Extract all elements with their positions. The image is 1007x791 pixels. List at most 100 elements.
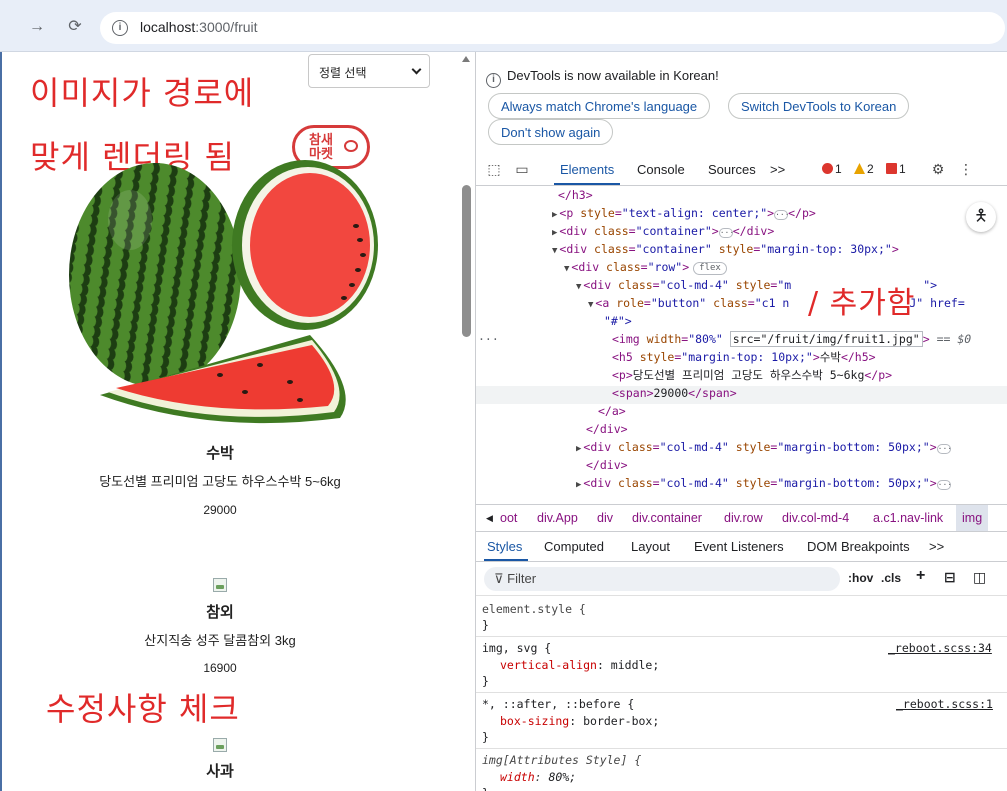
rule-divider (476, 692, 1007, 693)
accessibility-icon[interactable]: 🯅 (966, 202, 996, 232)
add-rule-icon[interactable]: + (916, 567, 925, 585)
tree-node[interactable]: ▶ <div class="col-md-4" style="margin-bot… (576, 438, 952, 456)
tree-node[interactable]: </div> (586, 420, 628, 438)
tab-sources[interactable]: Sources (708, 162, 756, 177)
tree-node[interactable]: </h3> (558, 186, 593, 204)
error-count[interactable]: 1 (822, 162, 842, 176)
settings-gear-icon[interactable]: ⚙ (930, 161, 946, 177)
error-icon (822, 163, 833, 174)
warning-count[interactable]: 2 (854, 162, 874, 176)
tree-node[interactable]: ▶ <p style="text-align: center;">···</p> (552, 204, 816, 222)
cls-button[interactable]: .cls (881, 571, 901, 585)
breadcrumb-item[interactable]: div (597, 511, 613, 525)
issue-count[interactable]: 1 (886, 162, 906, 176)
more-options-icon[interactable]: ⋮ (958, 161, 974, 177)
rule-close: } (482, 785, 489, 791)
breadcrumb-item[interactable]: div.col-md-4 (782, 511, 849, 525)
elements-tree[interactable]: </h3> ▶ <p style="text-align: center;">··… (476, 186, 1007, 504)
page-scrollbar[interactable] (457, 52, 475, 791)
more-tabs-icon[interactable]: >> (770, 162, 785, 177)
rule-selector[interactable]: img, svg { (482, 640, 551, 657)
tab-styles[interactable]: Styles (487, 539, 522, 554)
match-language-button[interactable]: Always match Chrome's language (488, 93, 711, 119)
scroll-thumb[interactable] (462, 185, 471, 337)
broken-image-icon[interactable] (213, 738, 227, 752)
language-banner: i DevTools is now available in Korean! Al… (476, 52, 1007, 152)
info-icon: i (486, 73, 501, 88)
warning-icon (854, 163, 865, 174)
rendering-emulation-icon[interactable]: ⊟ (944, 569, 956, 586)
issue-icon (886, 163, 897, 174)
banner-text: DevTools is now available in Korean! (507, 68, 719, 83)
device-toggle-icon[interactable]: ▭ (514, 161, 530, 177)
product-name: 수박 (206, 445, 234, 462)
breadcrumb-item[interactable]: div.row (724, 511, 763, 525)
broken-image-icon[interactable] (213, 578, 227, 592)
flex-badge: flex (693, 262, 727, 275)
forward-icon[interactable]: → (28, 18, 46, 36)
tab-layout[interactable]: Layout (631, 539, 670, 554)
watermelon-image[interactable] (60, 160, 380, 430)
product-desc: 당도선별 프리미엄 고당도 하우스수박 5~6kg (99, 474, 341, 489)
breadcrumb-item-selected[interactable]: img (956, 505, 989, 531)
rule-declaration[interactable]: vertical-align: middle; (500, 657, 659, 674)
product-price: 29000 (203, 503, 237, 517)
rule-declaration[interactable]: box-sizing: border-box; (500, 713, 659, 730)
tree-node[interactable]: ▼ <div class="row"> flex (564, 258, 727, 276)
breadcrumb-item[interactable]: a.c1.nav-link (873, 511, 943, 525)
rule-source-link[interactable]: _reboot.scss:34 (888, 640, 992, 657)
rule-selector[interactable]: img[Attributes Style] { (482, 752, 641, 769)
tree-node[interactable]: </a> (598, 402, 626, 420)
filter-placeholder: Filter (507, 571, 537, 586)
chevron-down-icon (411, 64, 422, 75)
tree-node-img[interactable]: <img width="80%" src="/fruit/img/fruit1.… (612, 330, 971, 348)
dont-show-button[interactable]: Don't show again (488, 119, 614, 145)
tree-node[interactable]: <p>당도선별 프리미엄 고당도 하우스수박 5~6kg</p> (612, 366, 892, 384)
address-bar[interactable]: i localhost:3000/fruit (100, 12, 1005, 44)
annotation-check: 수정사항 체크 (46, 690, 240, 728)
tree-node[interactable]: </div> (586, 456, 628, 474)
toggle-sidebar-icon[interactable]: ◫ (973, 569, 986, 586)
breadcrumb-item[interactable]: div.App (537, 511, 578, 525)
style-rules: element.style { } img, svg { _reboot.scs… (476, 596, 1007, 791)
tree-node[interactable]: ▶ <div class="col-md-4" style="margin-bot… (576, 474, 952, 492)
tree-node[interactable]: "#"> (604, 312, 632, 330)
reload-icon[interactable]: ⟳ (66, 18, 84, 36)
element-style-selector[interactable]: element.style { (482, 601, 586, 618)
tree-node[interactable]: ▼ <div class="container" style="margin-to… (552, 240, 899, 258)
filter-icon: ⊽ (494, 571, 508, 586)
tab-elements[interactable]: Elements (560, 162, 614, 177)
tree-node[interactable]: ▶ <div class="container">···</div> (552, 222, 774, 240)
smile-icon (344, 140, 358, 152)
tab-dom-breakpoints[interactable]: DOM Breakpoints (807, 539, 910, 554)
scroll-up-icon[interactable] (462, 56, 470, 62)
rule-close: } (482, 674, 489, 688)
inspect-icon[interactable]: ⬚ (486, 161, 502, 177)
more-subtabs-icon[interactable]: >> (929, 539, 944, 554)
tab-console[interactable]: Console (637, 162, 685, 177)
sort-select[interactable]: 정렬 선택 (308, 54, 430, 88)
node-actions-icon[interactable]: ··· (478, 330, 499, 348)
warning-count-text: 2 (867, 162, 874, 176)
tab-event-listeners[interactable]: Event Listeners (694, 539, 784, 554)
hov-button[interactable]: :hov (848, 571, 873, 585)
sort-select-value: 정렬 선택 (319, 66, 367, 80)
rule-close: } (482, 730, 489, 744)
rule-declaration[interactable]: width: 80%; (500, 769, 576, 786)
rule-source-link[interactable]: _reboot.scss:1 (896, 696, 993, 713)
tab-computed[interactable]: Computed (544, 539, 604, 554)
site-info-icon[interactable]: i (112, 20, 128, 36)
breadcrumb-scroll-left-icon[interactable]: ◀ (486, 513, 493, 524)
switch-korean-button[interactable]: Switch DevTools to Korean (728, 93, 910, 119)
tree-node[interactable]: <h5 style="margin-top: 10px;">수박</h5> (612, 348, 876, 366)
collapsed-content-icon: ··· (774, 210, 790, 220)
tree-node[interactable]: <span>29000</span> (612, 384, 737, 402)
product-name: 참외 (206, 604, 234, 621)
rule-selector[interactable]: *, ::after, ::before { (482, 696, 634, 713)
breadcrumb-item[interactable]: div.container (632, 511, 702, 525)
error-count-text: 1 (835, 162, 842, 176)
filter-input[interactable]: ⊽ Filter (484, 567, 840, 591)
rule-close: } (482, 618, 489, 632)
breadcrumb-item[interactable]: oot (500, 511, 517, 525)
selected-node-highlight (476, 386, 1007, 404)
